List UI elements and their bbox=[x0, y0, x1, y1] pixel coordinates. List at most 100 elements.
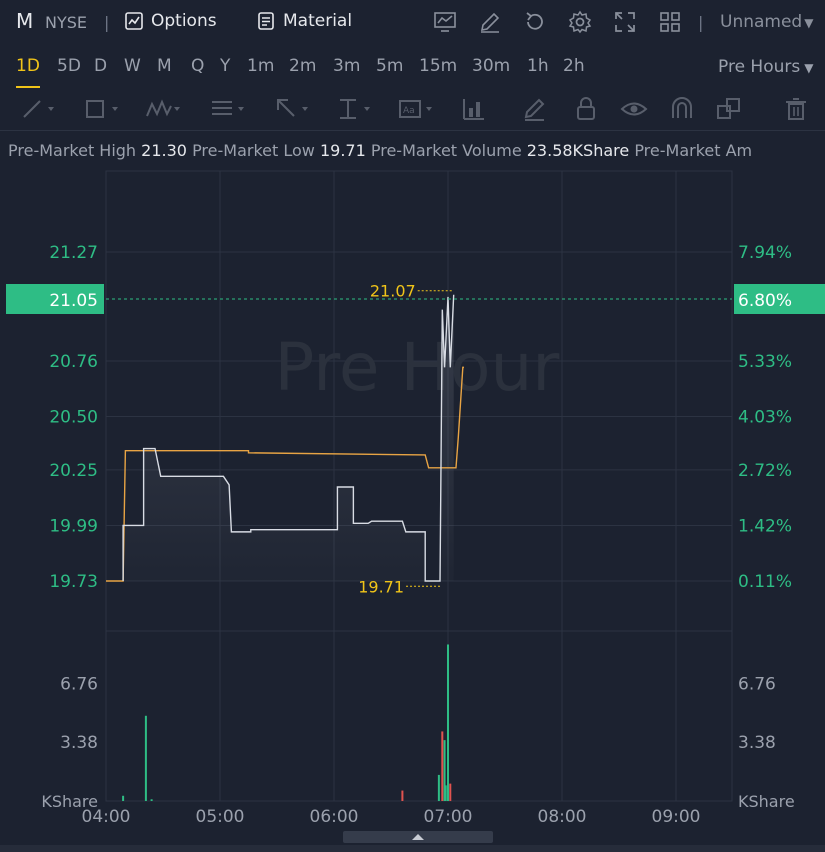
percent-tick-label: 2.72% bbox=[738, 461, 792, 481]
magnet-icon bbox=[672, 97, 692, 118]
intraday-chart[interactable]: 21.27 7.94% 20.76 5.33% 20.50 4.03% 20.25 2.72%… bbox=[0, 168, 825, 845]
stat-value: 21.30 bbox=[141, 141, 187, 160]
price-tick-label: 20.76 bbox=[49, 352, 98, 372]
stat-value: 23.58KShare bbox=[526, 141, 630, 160]
separator: | bbox=[104, 13, 110, 32]
bottom-border bbox=[0, 845, 825, 852]
trend-line-tool[interactable] bbox=[20, 96, 54, 122]
interval-tab-2m[interactable]: 2m bbox=[289, 56, 316, 76]
svg-text:Aa: Aa bbox=[403, 106, 415, 116]
volume-bar bbox=[144, 715, 147, 801]
drawing-toolbar: Aa bbox=[0, 88, 825, 130]
fullscreen-icon[interactable] bbox=[613, 10, 637, 34]
price-tick-label: 19.73 bbox=[49, 572, 98, 592]
price-tick-label: 19.99 bbox=[49, 516, 98, 536]
dropdown-caret-icon: ▼ bbox=[804, 16, 814, 30]
measure-icon bbox=[340, 99, 370, 119]
interval-tab-1m[interactable]: 1m bbox=[247, 56, 274, 76]
layout-name-dropdown[interactable]: Unnamed ▼ bbox=[720, 12, 813, 32]
rectangle-icon bbox=[86, 100, 118, 118]
interval-tab-30m[interactable]: 30m bbox=[472, 56, 510, 76]
stat-label: Pre-Market High bbox=[8, 141, 142, 160]
separator: | bbox=[698, 13, 704, 32]
percent-tick-label: 0.11% bbox=[738, 572, 792, 592]
chart-options-icon bbox=[125, 12, 143, 30]
high-label: 21.07 bbox=[370, 282, 416, 301]
measure-tool[interactable] bbox=[336, 96, 370, 122]
refresh-icon[interactable] bbox=[523, 10, 547, 34]
price-tick-label: 20.25 bbox=[49, 461, 98, 481]
interval-tab-15m[interactable]: 15m bbox=[419, 56, 457, 76]
time-tick-label: 06:00 bbox=[310, 807, 359, 827]
volume-tick-label-right: 3.38 bbox=[738, 733, 776, 753]
interval-tab-y[interactable]: Y bbox=[220, 56, 230, 76]
eye-icon bbox=[620, 102, 648, 116]
material-label: Material bbox=[283, 11, 353, 31]
volume-bar bbox=[447, 644, 449, 801]
layout-grid-icon[interactable] bbox=[658, 10, 682, 34]
volume-tick-label: 6.76 bbox=[60, 674, 98, 694]
pattern-tool[interactable] bbox=[146, 96, 180, 122]
layers-icon bbox=[717, 98, 740, 119]
interval-tab-1h[interactable]: 1h bbox=[527, 56, 549, 76]
stat-label: Pre-Market Volume bbox=[370, 141, 527, 160]
layers-tool[interactable] bbox=[714, 96, 748, 122]
options-button[interactable]: Options bbox=[124, 11, 217, 31]
rectangle-tool[interactable] bbox=[84, 96, 118, 122]
edit-icon[interactable] bbox=[478, 10, 502, 34]
volume-tick-label: 3.38 bbox=[60, 733, 98, 753]
dropdown-caret-icon: ▼ bbox=[804, 61, 814, 75]
volume-bar bbox=[150, 799, 153, 801]
gear-icon[interactable] bbox=[568, 10, 592, 34]
stat-value: 19.71 bbox=[319, 141, 366, 160]
lock-tool[interactable] bbox=[570, 96, 604, 122]
interval-tab-d[interactable]: D bbox=[94, 56, 107, 76]
indicators-icon[interactable] bbox=[433, 10, 457, 34]
volume-bar bbox=[444, 785, 447, 801]
options-label: Options bbox=[151, 11, 217, 31]
volume-unit-label-right: KShare bbox=[738, 792, 795, 811]
percent-tick-label: 4.03% bbox=[738, 408, 792, 428]
bar-chart-icon bbox=[463, 99, 484, 120]
interval-tab-2h[interactable]: 2h bbox=[563, 56, 585, 76]
time-tick-label: 09:00 bbox=[652, 807, 701, 827]
ticker-symbol[interactable]: M bbox=[16, 9, 33, 33]
toolbar-divider bbox=[0, 130, 825, 131]
interval-tab-5m[interactable]: 5m bbox=[376, 56, 403, 76]
interval-tab-m[interactable]: M bbox=[157, 56, 172, 76]
current-percent-label: 6.80% bbox=[738, 291, 792, 311]
indicator-tool[interactable] bbox=[460, 96, 494, 122]
exchange-label: NYSE bbox=[45, 13, 88, 32]
fib-tool[interactable] bbox=[210, 96, 244, 122]
interval-tab-w[interactable]: W bbox=[124, 56, 141, 76]
magnet-tool[interactable] bbox=[666, 96, 700, 122]
price-tick-label: 21.27 bbox=[49, 243, 98, 263]
arrow-tool[interactable] bbox=[274, 96, 308, 122]
session-label: Pre Hours bbox=[718, 57, 801, 77]
watermark: Pre Hour bbox=[275, 329, 561, 406]
time-tick-label: 07:00 bbox=[424, 807, 473, 827]
material-button[interactable]: Material bbox=[256, 11, 352, 31]
delete-tool[interactable] bbox=[780, 96, 814, 122]
pre-market-stats: Pre-Market High 21.30 Pre-Market Low 19.… bbox=[8, 141, 752, 160]
visibility-tool[interactable] bbox=[618, 96, 652, 122]
interval-tab-q[interactable]: Q bbox=[191, 56, 204, 76]
volume-bar bbox=[449, 783, 452, 801]
current-price-label: 21.05 bbox=[49, 291, 98, 311]
volume-tick-label-right: 6.76 bbox=[738, 674, 776, 694]
session-dropdown[interactable]: Pre Hours ▼ bbox=[718, 57, 813, 77]
time-tick-label: 08:00 bbox=[538, 807, 587, 827]
brush-tool[interactable] bbox=[520, 96, 554, 122]
time-tick-label: 05:00 bbox=[196, 807, 245, 827]
interval-tab-5d[interactable]: 5D bbox=[57, 56, 81, 76]
stat-label: Pre-Market Am bbox=[634, 141, 753, 160]
trend-line-icon bbox=[23, 100, 54, 118]
trash-icon bbox=[786, 98, 806, 120]
volume-bar bbox=[437, 774, 440, 801]
interval-tab-3m[interactable]: 3m bbox=[333, 56, 360, 76]
volume-bar bbox=[401, 790, 404, 801]
interval-tab-1d[interactable]: 1D bbox=[16, 56, 40, 76]
arrow-icon bbox=[277, 99, 308, 117]
text-tool[interactable]: Aa bbox=[398, 96, 432, 122]
interval-bar: Pre Hours ▼ 1D 5D D W M Q Y 1m 2m 3m 5m 15m 30m 1h 2h bbox=[0, 44, 825, 88]
